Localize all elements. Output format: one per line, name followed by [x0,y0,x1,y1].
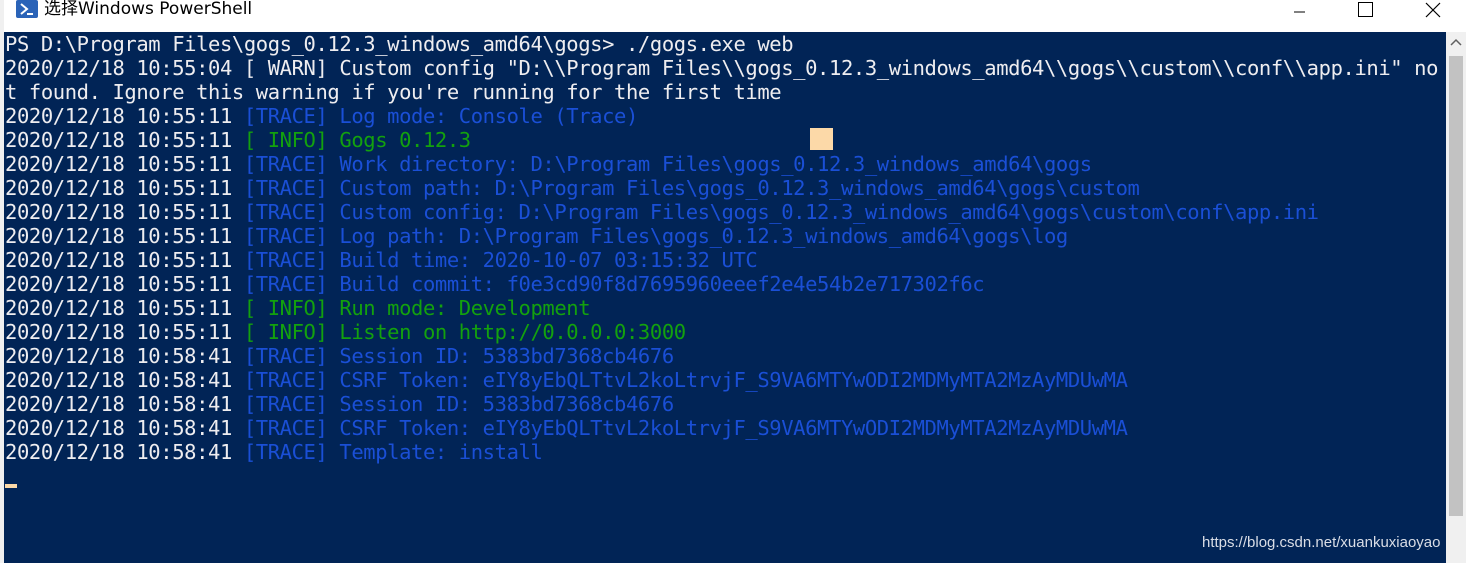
scroll-up-arrow-icon[interactable] [1450,38,1462,46]
console-text: [TRACE] Session ID: 5383bd7368cb4676 [243,344,674,368]
console-text: 2020/12/18 10:55:11 [5,224,244,248]
console-text: 2020/12/18 10:58:41 [5,368,244,392]
maximize-button[interactable] [1342,0,1388,20]
console-line: 2020/12/18 10:55:11 [TRACE] Custom confi… [5,200,1438,224]
maximize-icon [1358,2,1373,17]
vertical-scrollbar[interactable] [1446,32,1466,563]
console-text: PS D:\Program Files\gogs_0.12.3_windows_… [5,32,794,56]
console-text: 2020/12/18 10:58:41 [5,392,244,416]
selection-cursor [810,128,833,150]
console-line: 2020/12/18 10:58:41 [TRACE] Session ID: … [5,392,1438,416]
console-text: [TRACE] Session ID: 5383bd7368cb4676 [243,392,674,416]
console-text: 2020/12/18 10:55:11 [5,248,244,272]
watermark-url: https://blog.csdn.net/xuankuxiaoyao [1202,534,1441,551]
console-line: 2020/12/18 10:58:41 [TRACE] CSRF Token: … [5,368,1438,392]
console-text: [TRACE] Work directory: D:\Program Files… [243,152,1092,176]
console-line: 2020/12/18 10:55:11 [TRACE] Log path: D:… [5,224,1438,248]
console-line: 2020/12/18 10:55:11 [TRACE] Custom path:… [5,176,1438,200]
title-bar[interactable]: 选择Windows PowerShell [0,0,1466,32]
minimize-button[interactable] [1277,0,1323,20]
scroll-thumb[interactable] [1449,56,1463,516]
console-text: 2020/12/18 10:55:11 [5,320,244,344]
console-text: 2020/12/18 10:55:11 [5,272,244,296]
console-text: 2020/12/18 10:55:11 [5,128,244,152]
minimize-icon [1294,11,1305,13]
console-line: 2020/12/18 10:55:04 [ WARN] Custom confi… [5,56,1438,80]
console-text: 2020/12/18 10:55:11 [5,176,244,200]
console-output: PS D:\Program Files\gogs_0.12.3_windows_… [5,32,1438,464]
console-text: [TRACE] Template: install [243,440,543,464]
console-text: [TRACE] Build time: 2020-10-07 03:15:32 … [243,248,758,272]
console-text: 2020/12/18 10:58:41 [5,416,244,440]
powershell-window: 选择Windows PowerShell PS D:\Program Files… [0,0,1466,563]
console-area[interactable]: PS D:\Program Files\gogs_0.12.3_windows_… [4,32,1446,563]
window-title: 选择Windows PowerShell [44,0,253,19]
console-line: 2020/12/18 10:58:41 [TRACE] Template: in… [5,440,1438,464]
console-text: 2020/12/18 10:55:11 [5,104,244,128]
console-line: 2020/12/18 10:55:11 [ INFO] Listen on ht… [5,320,1438,344]
console-text: 2020/12/18 10:55:11 [5,152,244,176]
console-line: 2020/12/18 10:58:41 [TRACE] Session ID: … [5,344,1438,368]
console-text: [TRACE] Custom config: D:\Program Files\… [243,200,1319,224]
console-text: [TRACE] CSRF Token: eIY8yEbQLTtvL2koLtrv… [243,416,1128,440]
console-line: 2020/12/18 10:55:11 [TRACE] Build commit… [5,272,1438,296]
console-line: 2020/12/18 10:55:11 [ INFO] Run mode: De… [5,296,1438,320]
console-line: 2020/12/18 10:55:11 [TRACE] Build time: … [5,248,1438,272]
text-cursor [5,484,17,488]
console-line: 2020/12/18 10:55:11 [TRACE] Log mode: Co… [5,104,1438,128]
close-button[interactable] [1410,0,1456,20]
console-text: [TRACE] Build commit: f0e3cd90f8d7695960… [243,272,985,296]
console-text: 2020/12/18 10:55:04 [ WARN] Custom confi… [5,56,1439,80]
console-line: PS D:\Program Files\gogs_0.12.3_windows_… [5,32,1438,56]
console-text: 2020/12/18 10:58:41 [5,344,244,368]
console-text: 2020/12/18 10:55:11 [5,296,244,320]
console-text: [ INFO] Run mode: Development [243,296,591,320]
close-icon [1425,2,1441,18]
console-text: [ INFO] Listen on http://0.0.0.0:3000 [243,320,686,344]
console-line: 2020/12/18 10:55:11 [ INFO] Gogs 0.12.3 [5,128,1438,152]
console-line: t found. Ignore this warning if you're r… [5,80,1438,104]
console-text: [TRACE] Log path: D:\Program Files\gogs_… [243,224,1068,248]
console-line: 2020/12/18 10:58:41 [TRACE] CSRF Token: … [5,416,1438,440]
console-line: 2020/12/18 10:55:11 [TRACE] Work directo… [5,152,1438,176]
console-text: [TRACE] Custom path: D:\Program Files\go… [243,176,1140,200]
powershell-icon [16,0,38,18]
console-text: 2020/12/18 10:58:41 [5,440,244,464]
console-text: [TRACE] Log mode: Console (Trace) [243,104,638,128]
console-text: 2020/12/18 10:55:11 [5,200,244,224]
console-text: t found. Ignore this warning if you're r… [5,80,782,104]
console-text: [ INFO] Gogs 0.12.3 [243,128,471,152]
console-text: [TRACE] CSRF Token: eIY8yEbQLTtvL2koLtrv… [243,368,1128,392]
